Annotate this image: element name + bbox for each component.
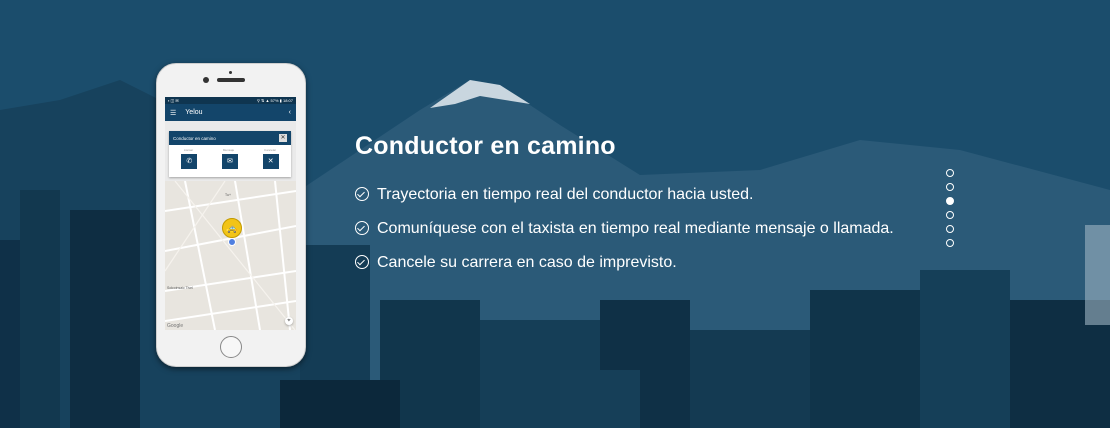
app-title: Yelou xyxy=(185,109,203,116)
carousel-dot-4[interactable] xyxy=(946,211,954,219)
carousel-dot-2[interactable] xyxy=(946,183,954,191)
feature-item: Comuníquese con el taxista en tiempo rea… xyxy=(355,219,915,238)
slide-content: Conductor en camino Trayectoria en tiemp… xyxy=(355,132,915,287)
map-streets xyxy=(165,181,296,330)
map-attribution: Google xyxy=(167,323,184,329)
carousel-dot-6[interactable] xyxy=(946,239,954,247)
action-label-message: Mensaje xyxy=(222,148,235,152)
feature-item: Cancele su carrera en caso de imprevisto… xyxy=(355,253,915,272)
map-view[interactable]: Tu+ Solcoinsaic Tivel 🚕 Google ⌖ xyxy=(165,181,296,330)
map-user-label: Tu+ xyxy=(225,193,231,197)
phone-screen: ▪ ◫ ✉ ⚲ ⇅ ▲ 57% ▮ 18:07 ☰ Yelou ‹ Conduc… xyxy=(165,97,296,330)
driver-status-card: Conductor en camino ✕ Llamar Mensaje Can… xyxy=(169,131,291,177)
locate-icon[interactable]: ⌖ xyxy=(285,317,293,325)
phone-camera xyxy=(203,77,209,83)
cancel-ride-button[interactable]: ✕ xyxy=(262,154,279,169)
phone-speaker xyxy=(217,78,245,82)
feature-text: Comuníquese con el taxista en tiempo rea… xyxy=(377,220,894,237)
map-place-label: Solcoinsaic Tivel xyxy=(167,286,193,290)
hamburger-icon[interactable]: ☰ xyxy=(170,109,176,117)
action-label-call: Llamar xyxy=(183,148,194,152)
carousel-pagination xyxy=(946,169,954,253)
status-icons-right: ⚲ ⇅ ▲ 57% ▮ 18:07 xyxy=(256,98,293,103)
close-icon[interactable]: ✕ xyxy=(279,134,287,142)
status-icons-left: ▪ ◫ ✉ xyxy=(168,98,179,103)
phone-mockup: ▪ ◫ ✉ ⚲ ⇅ ▲ 57% ▮ 18:07 ☰ Yelou ‹ Conduc… xyxy=(156,63,306,367)
chevron-left-icon[interactable]: ‹ xyxy=(289,109,291,116)
carousel-dot-1[interactable] xyxy=(946,169,954,177)
message-button[interactable]: ✉ xyxy=(221,154,238,169)
check-circle-icon xyxy=(355,221,369,235)
taxi-marker-icon: 🚕 xyxy=(222,218,242,238)
home-button xyxy=(220,336,242,358)
feature-item: Trayectoria en tiempo real del conductor… xyxy=(355,185,915,204)
card-title: Conductor en camino xyxy=(173,135,216,141)
call-button[interactable]: ✆ xyxy=(181,154,198,169)
action-label-cancel: Cancelar xyxy=(264,148,277,152)
status-bar: ▪ ◫ ✉ ⚲ ⇅ ▲ 57% ▮ 18:07 xyxy=(165,97,296,104)
app-bar: ☰ Yelou ‹ xyxy=(165,104,296,121)
feature-list: Trayectoria en tiempo real del conductor… xyxy=(355,185,915,272)
feature-text: Cancele su carrera en caso de imprevisto… xyxy=(377,254,677,271)
feature-text: Trayectoria en tiempo real del conductor… xyxy=(377,186,754,203)
check-circle-icon xyxy=(355,255,369,269)
phone-sensor xyxy=(229,71,232,74)
carousel-dot-5[interactable] xyxy=(946,225,954,233)
user-location-icon xyxy=(228,238,236,246)
carousel-dot-3[interactable] xyxy=(946,197,954,205)
hero-banner: ▪ ◫ ✉ ⚲ ⇅ ▲ 57% ▮ 18:07 ☰ Yelou ‹ Conduc… xyxy=(0,0,1110,428)
slide-heading: Conductor en camino xyxy=(355,132,616,160)
check-circle-icon xyxy=(355,187,369,201)
